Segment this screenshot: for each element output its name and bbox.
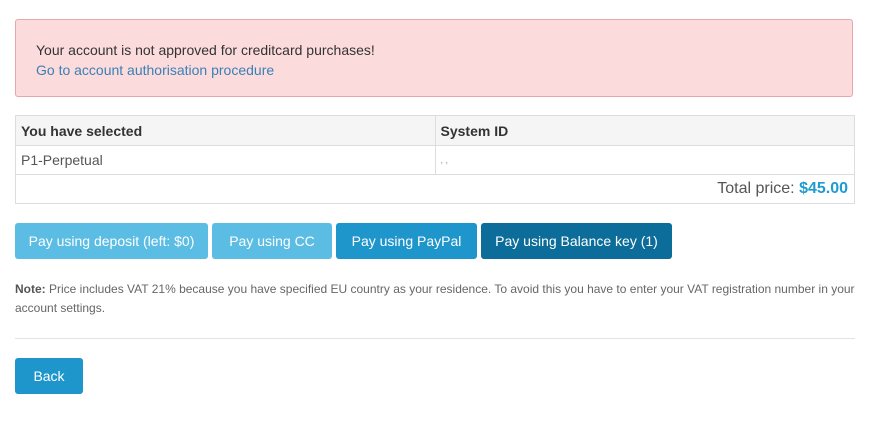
payment-buttons: Pay using deposit (left: $0) Pay using C… (15, 223, 676, 259)
divider (15, 338, 855, 339)
total-price-label: Total price: (717, 180, 795, 197)
note-label: Note: (15, 282, 46, 296)
note-text: Price includes VAT 21% because you have … (15, 282, 855, 315)
total-row: Total price: $45.00 (15, 174, 855, 204)
pay-balance-key-button[interactable]: Pay using Balance key (1) (481, 223, 672, 259)
checkout-page: Your account is not approved for creditc… (0, 0, 882, 429)
column-header-selected: You have selected (15, 115, 436, 146)
total-price-cell: Total price: $45.00 (15, 174, 855, 204)
pay-cc-button[interactable]: Pay using CC (212, 223, 332, 259)
pay-deposit-button[interactable]: Pay using deposit (left: $0) (15, 223, 208, 259)
alert-message: Your account is not approved for creditc… (36, 42, 375, 58)
selection-table: You have selected System ID P1-Perpetual… (15, 115, 855, 204)
total-price-value: $45.00 (799, 180, 848, 197)
pay-paypal-button[interactable]: Pay using PayPal (336, 223, 477, 259)
selected-product: P1-Perpetual (15, 145, 436, 175)
vat-note: Note: Price includes VAT 21% because you… (15, 280, 865, 318)
column-header-system-id: System ID (434, 115, 855, 146)
back-button[interactable]: Back (15, 358, 83, 394)
account-not-approved-alert: Your account is not approved for creditc… (15, 19, 853, 97)
table-header-row: You have selected System ID (15, 115, 855, 146)
table-row: P1-Perpetual , , (15, 145, 855, 175)
account-authorisation-link[interactable]: Go to account authorisation procedure (36, 62, 274, 78)
system-id-value: , , (434, 145, 855, 175)
